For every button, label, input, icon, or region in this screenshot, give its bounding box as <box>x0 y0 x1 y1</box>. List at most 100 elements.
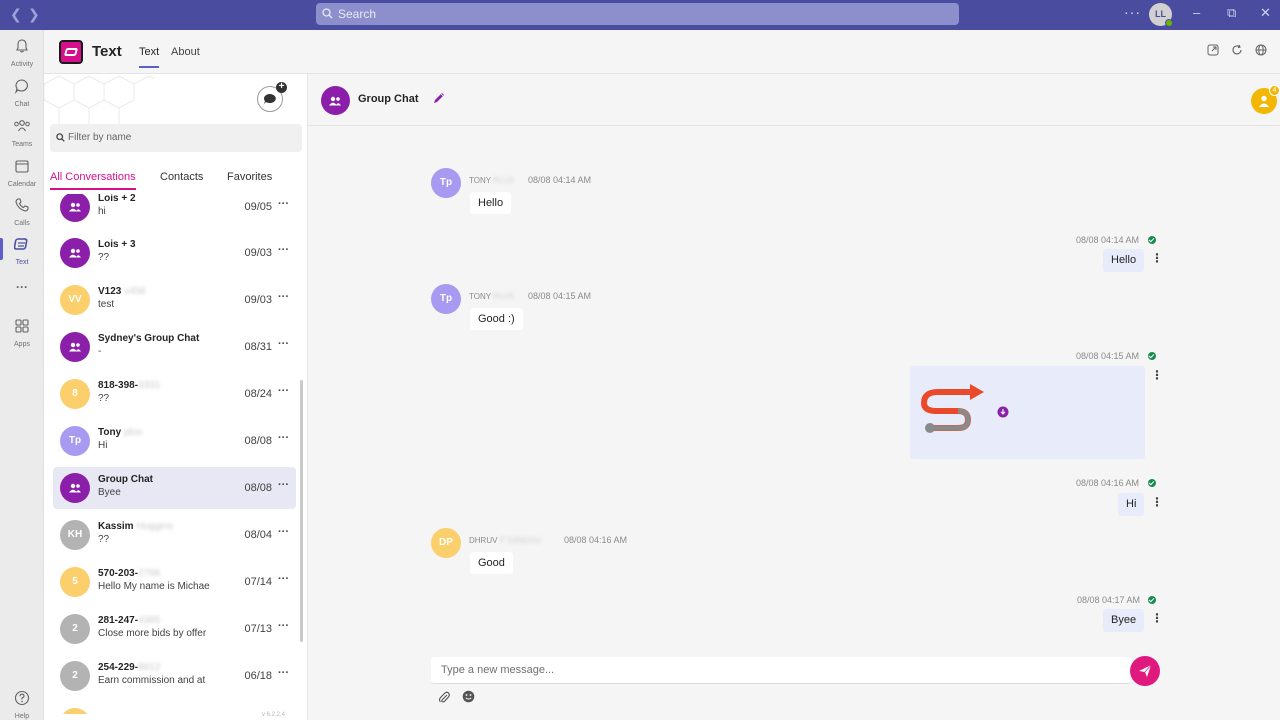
conversation-item[interactable]: Lois + 2 hi 09/05 ··· <box>53 194 296 228</box>
message-input[interactable]: Type a new message... <box>431 657 1131 684</box>
contact-name: Kassim Huggins <box>98 521 174 532</box>
conversation-item[interactable]: VV V123 v456 test 09/03 ··· <box>53 279 296 321</box>
more-options-icon[interactable]: ··· <box>278 620 289 632</box>
rail-item-chat[interactable]: Chat <box>0 78 44 108</box>
message-bubble: Good :) <box>470 308 523 330</box>
conversation-date: 09/03 <box>244 247 272 259</box>
tab-contacts[interactable]: Contacts <box>160 171 203 183</box>
more-options-icon[interactable]: ··· <box>278 479 289 491</box>
scrollbar[interactable] <box>300 380 303 642</box>
filter-input[interactable]: Filter by name <box>50 124 302 152</box>
rail-item-calendar[interactable]: Calendar <box>0 158 44 188</box>
message-time: 08/08 04:16 AM <box>1076 478 1140 488</box>
decorative-pattern <box>44 75 154 124</box>
user-initials: LL <box>1155 9 1166 19</box>
rail-item-apps[interactable]: Apps <box>0 318 44 348</box>
rail-item-more[interactable]: ··· <box>0 280 44 294</box>
conversation-item[interactable]: 5 570-203-2766 Hello My name is Michae 0… <box>53 561 296 603</box>
send-button[interactable] <box>1130 656 1160 686</box>
rail-label: Apps <box>14 341 30 348</box>
rail-item-activity[interactable]: Activity <box>0 38 44 68</box>
message-input-placeholder: Type a new message... <box>441 664 555 676</box>
more-options-icon[interactable]: ··· <box>278 573 289 585</box>
more-options-icon[interactable]: ··· <box>278 291 289 303</box>
more-options-icon[interactable]: ··· <box>278 526 289 538</box>
rail-item-text[interactable]: Text <box>0 236 44 266</box>
conversation-item[interactable]: Tp Tony plus Hi 08/08 ··· <box>53 420 296 462</box>
conversation-item[interactable]: 8 818-398-3331 ?? 08/24 ··· <box>53 373 296 415</box>
conversation-item[interactable]: Sydney's Group Chat - 08/31 ··· <box>53 326 296 368</box>
rail-item-calls[interactable]: Calls <box>0 197 44 227</box>
download-icon[interactable] <box>997 406 1009 418</box>
conversation-date: 09/05 <box>244 201 272 213</box>
message-preview: test <box>98 299 115 310</box>
forward-icon[interactable]: ❯ <box>28 6 40 23</box>
tab-about[interactable]: About <box>171 46 200 58</box>
presence-indicator <box>1165 19 1173 27</box>
tab-text[interactable]: Text <box>139 46 160 68</box>
more-options-icon[interactable]: ··· <box>278 432 289 444</box>
rail-item-teams[interactable]: Teams <box>0 118 44 148</box>
group-icon <box>69 483 81 493</box>
rail-label: Chat <box>14 101 30 108</box>
tab-all-conversations[interactable]: All Conversations <box>50 171 136 190</box>
close-icon[interactable]: ✕ <box>1260 5 1271 21</box>
delivered-check-icon <box>1148 596 1156 604</box>
conversation-item[interactable]: KH Kassim Huggins ?? 08/04 ··· <box>53 514 296 556</box>
message-menu-icon[interactable]: ⋮ <box>1151 369 1163 381</box>
popout-icon[interactable] <box>1207 44 1219 56</box>
emoji-icon[interactable] <box>462 690 475 703</box>
rail-label: Teams <box>11 141 33 148</box>
message-menu-icon[interactable]: ⋮ <box>1151 496 1163 508</box>
message-menu-icon[interactable]: ⋮ <box>1151 252 1163 264</box>
attachment-thumbnail <box>920 384 984 433</box>
message-bubble: Good <box>470 552 513 574</box>
participants-button[interactable]: 4 <box>1251 85 1280 114</box>
restore-icon[interactable]: ⧉ <box>1227 5 1236 21</box>
sender-name: DHRUV P SANDHU <box>469 536 541 545</box>
conversation-item[interactable]: Lois + 3 ?? 09/03 ··· <box>53 232 296 274</box>
group-icon <box>329 96 341 106</box>
conversation-item[interactable] <box>53 702 296 714</box>
contact-name: Lois + 3 <box>98 239 136 250</box>
sender-name: TONY PLUS <box>469 176 515 185</box>
search-placeholder: Search <box>338 7 377 21</box>
contact-name: Sydney's Group Chat <box>98 333 200 344</box>
more-options-icon[interactable]: ··· <box>278 667 289 679</box>
back-icon[interactable]: ❮ <box>10 6 22 23</box>
conversation-date: 08/24 <box>244 388 272 400</box>
contact-avatar: 8 <box>60 379 90 409</box>
more-options-icon[interactable]: ··· <box>278 385 289 397</box>
more-options-icon[interactable]: ··· <box>1124 4 1141 20</box>
conversation-date: 08/08 <box>244 435 272 447</box>
message-menu-icon[interactable]: ⋮ <box>1151 612 1163 624</box>
app-rail: Activity Chat Teams Calendar Calls Text … <box>0 30 44 720</box>
conversation-item[interactable]: 2 281-247-4385 Close more bids by offer … <box>53 608 296 650</box>
paperclip-icon[interactable] <box>438 690 450 704</box>
more-options-icon[interactable]: ··· <box>278 198 289 210</box>
conversation-item[interactable]: 2 254-229-8612 Earn commission and at 06… <box>53 655 296 697</box>
group-icon <box>69 342 81 352</box>
user-avatar[interactable]: LL <box>1149 3 1173 27</box>
conversation-item-selected[interactable]: Group Chat Byee 08/08 ··· <box>53 467 296 509</box>
search-icon <box>56 133 65 142</box>
rail-item-help[interactable]: Help <box>0 690 44 720</box>
search-input[interactable]: Search <box>316 3 959 25</box>
rail-label: Help <box>14 713 30 720</box>
message-time: 08/08 04:16 AM <box>564 535 628 545</box>
globe-icon[interactable] <box>1255 44 1267 56</box>
more-options-icon[interactable]: ··· <box>278 338 289 350</box>
message-bubble: Hello <box>470 192 512 214</box>
sender-avatar: Tp <box>431 284 461 314</box>
minimize-icon[interactable]: – <box>1193 5 1200 20</box>
pencil-icon[interactable] <box>432 91 446 105</box>
message-bubble: Byee <box>1103 609 1145 632</box>
help-icon <box>14 690 30 706</box>
new-conversation-button[interactable]: + <box>257 82 287 112</box>
more-options-icon[interactable]: ··· <box>278 244 289 256</box>
chat-title: Group Chat <box>358 93 419 105</box>
refresh-icon[interactable] <box>1231 44 1243 56</box>
tab-favorites[interactable]: Favorites <box>227 171 272 183</box>
group-avatar <box>60 332 90 362</box>
image-attachment[interactable] <box>910 366 1145 459</box>
